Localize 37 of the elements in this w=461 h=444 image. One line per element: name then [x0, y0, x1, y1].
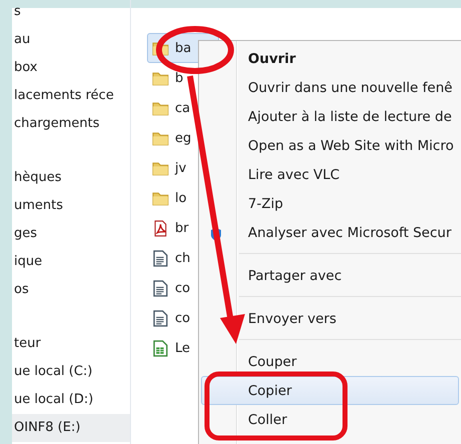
navigation-item[interactable]: au [12, 26, 130, 54]
menu-item[interactable]: Coller [201, 405, 459, 434]
navigation-item[interactable]: lacements réce [12, 82, 130, 110]
file-name: ch [175, 250, 190, 266]
navigation-item[interactable]: ges [12, 220, 130, 248]
navigation-item[interactable]: uments [12, 192, 130, 220]
folder-icon [152, 160, 169, 176]
folder-icon [152, 70, 169, 86]
navigation-item[interactable]: chargements [12, 110, 130, 138]
pdf-icon [152, 220, 169, 236]
navigation-item[interactable]: teur [12, 330, 130, 358]
file-name: co [175, 280, 190, 296]
file-name: lo [175, 190, 187, 206]
navigation-item[interactable]: OINF8 (E:) [12, 414, 130, 442]
navigation-item[interactable]: box [12, 54, 130, 82]
navigation-item[interactable]: ue local (C:) [12, 358, 130, 386]
document-icon [152, 310, 169, 326]
navigation-item[interactable]: s [12, 0, 130, 26]
file-name: co [175, 310, 190, 326]
file-name: eg [175, 130, 192, 146]
folder-icon [152, 100, 169, 116]
file-name: ca [175, 100, 190, 116]
menu-item[interactable]: Copier [201, 376, 459, 405]
file-name: b [175, 70, 184, 86]
navigation-item[interactable]: ue local (D:) [12, 386, 130, 414]
navigation-item[interactable]: ique [12, 248, 130, 276]
folder-icon [152, 190, 169, 206]
file-name: ba [175, 40, 192, 56]
navigation-item[interactable]: os [12, 276, 130, 304]
file-name: Le [175, 340, 190, 356]
file-name: br [175, 220, 189, 236]
navigation-item[interactable]: hèques [12, 164, 130, 192]
file-name: jv [175, 160, 186, 176]
document-icon [152, 280, 169, 296]
document-icon [152, 250, 169, 266]
folder-icon [152, 130, 169, 146]
spreadsheet-icon [152, 340, 169, 356]
